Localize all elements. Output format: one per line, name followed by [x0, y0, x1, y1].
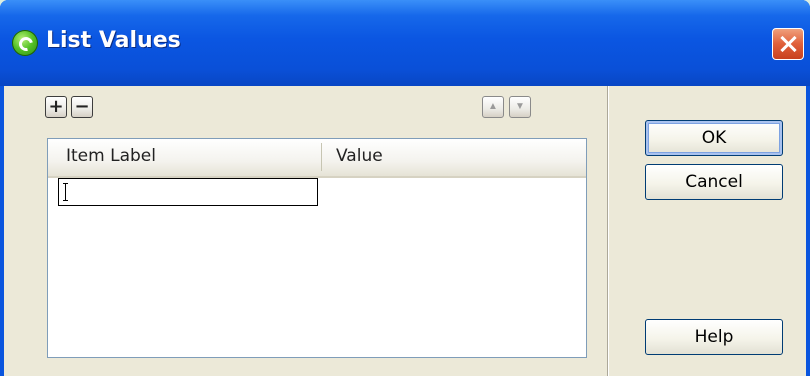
dialog-title: List Values [46, 28, 181, 53]
list-values-table[interactable]: Item Label Value [47, 138, 587, 358]
remove-item-button[interactable]: − [71, 96, 93, 118]
move-down-button[interactable]: ▼ [509, 96, 531, 118]
triangle-down-icon: ▼ [515, 101, 525, 112]
table-header: Item Label Value [48, 139, 586, 178]
text-cursor [63, 183, 68, 201]
list-editor-pane: + − ▲ ▼ Item Label Value [8, 86, 598, 372]
add-item-button[interactable]: + [45, 96, 67, 118]
dialog-body: + − ▲ ▼ Item Label Value OK Cancel Help [4, 86, 806, 376]
list-values-dialog: List Values + − ▲ ▼ Item Label Value OK … [0, 0, 810, 376]
triangle-up-icon: ▲ [488, 101, 498, 112]
title-bar[interactable]: List Values [0, 0, 810, 86]
column-header-item-label[interactable]: Item Label [48, 139, 320, 176]
pane-separator [607, 86, 609, 376]
dreamweaver-app-icon [12, 30, 38, 56]
help-button[interactable]: Help [645, 319, 783, 355]
cancel-button[interactable]: Cancel [645, 164, 783, 200]
item-label-edit-field[interactable] [58, 178, 318, 206]
ok-button[interactable]: OK [645, 120, 783, 156]
close-button[interactable] [772, 28, 804, 60]
move-up-button[interactable]: ▲ [482, 96, 504, 118]
column-header-value[interactable]: Value [322, 139, 586, 176]
